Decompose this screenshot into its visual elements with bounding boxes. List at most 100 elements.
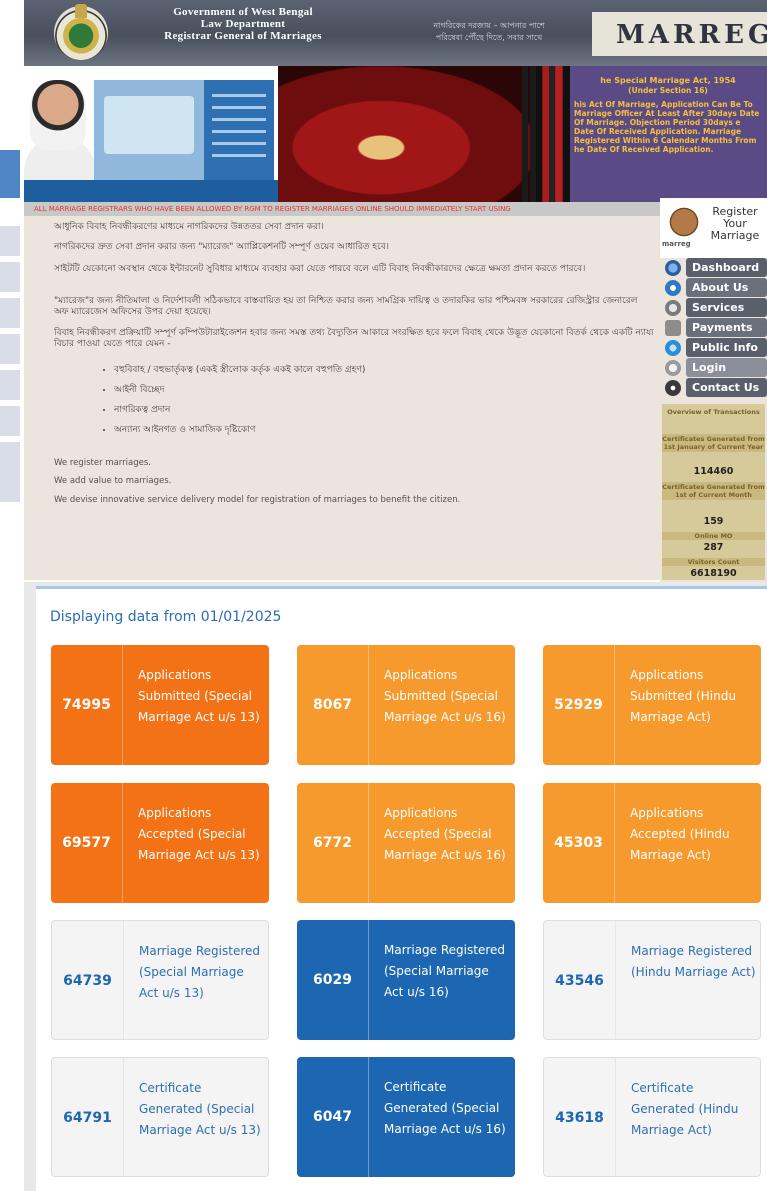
nav-contact-us[interactable]: Contact Us <box>660 378 767 397</box>
page-root: Government of West Bengal Law Department… <box>0 0 767 1191</box>
dashboard-icon <box>665 260 681 276</box>
stat-card[interactable]: 74995 Applications Submitted (Special Ma… <box>51 645 269 765</box>
site-header: Government of West Bengal Law Department… <box>24 0 767 66</box>
stat-card[interactable]: 6047 Certificate Generated (Special Marr… <box>297 1057 515 1177</box>
stat-label: Certificate Generated (Hindu Marriage Ac… <box>615 1058 760 1176</box>
content-para-4: বিবাহ নিবন্ধীকরণ প্রক্রিয়াটি সম্পূর্ণ ক… <box>54 328 654 349</box>
stat-card[interactable]: 43546 Marriage Registered (Hindu Marriag… <box>543 920 761 1040</box>
stat-label: Applications Accepted (Hindu Marriage Ac… <box>614 783 761 903</box>
mission-line-3: We devise innovative service delivery mo… <box>54 495 461 505</box>
stat-card[interactable]: 6772 Applications Accepted (Special Marr… <box>297 783 515 903</box>
transactions-overview: Overview of Transactions Certificates Ge… <box>662 404 765 580</box>
stat-card[interactable]: 64791 Certificate Generated (Special Mar… <box>51 1057 269 1177</box>
globe-icon <box>665 340 681 356</box>
hero-banner: he Special Marriage Act, 1954 (Under Sec… <box>24 66 767 202</box>
state-emblem-icon <box>54 4 108 60</box>
visitors-label: Visitors Count <box>662 558 765 566</box>
tagline-2: পরিষেবা পৌঁছে দিতে, সবার সাথে <box>435 33 543 42</box>
overview-heading: Overview of Transactions <box>667 408 760 416</box>
stat-card[interactable]: 8067 Applications Submitted (Special Mar… <box>297 645 515 765</box>
list-item: অন্যান্য আইনগত ও সামাজিক দৃষ্টিকোণ <box>114 420 365 440</box>
cert-year-label: Certificates Generated from 1st January … <box>662 434 765 452</box>
mission-line-2: We add value to marriages. <box>54 476 172 486</box>
stat-label: Marriage Registered (Special Marriage Ac… <box>123 921 268 1039</box>
right-sidebar: Register Your Marriage marreg Dashboard … <box>660 198 767 582</box>
stat-label: Certificate Generated (Special Marriage … <box>368 1057 515 1177</box>
cm-photo <box>30 80 86 150</box>
list-item: নাগরিকত্ব প্রদান <box>114 400 365 420</box>
phone-icon <box>665 380 681 396</box>
stat-label: Applications Submitted (Special Marriage… <box>122 645 269 765</box>
stat-value: 74995 <box>62 697 111 713</box>
act-title: he Special Marriage Act, 1954 <box>600 76 736 85</box>
stat-card[interactable]: 69577 Applications Accepted (Special Mar… <box>51 783 269 903</box>
nav-about-us[interactable]: About Us <box>660 278 767 297</box>
stat-card[interactable]: 43618 Certificate Generated (Hindu Marri… <box>543 1057 761 1177</box>
content-para-3: "ম্যারেজ"র জন্য নীতিমালা ও নির্দেশাবলী স… <box>54 296 638 317</box>
online-mo-value: 287 <box>703 542 724 553</box>
stat-card[interactable]: 45303 Applications Accepted (Hindu Marri… <box>543 783 761 903</box>
tagline-1: নাগরিকের দরজায় – আপনার পাশে <box>433 21 545 30</box>
stat-value: 6047 <box>313 1109 352 1125</box>
visitors-value: 6618190 <box>690 568 737 579</box>
services-icon <box>665 300 681 316</box>
mission-line-1: We register marriages. <box>54 458 151 468</box>
nav-label: Public Info <box>686 338 767 357</box>
stat-card[interactable]: 64739 Marriage Registered (Special Marri… <box>51 920 269 1040</box>
nav-label: Login <box>686 358 767 377</box>
data-range-heading: Displaying data from 01/01/2025 <box>50 609 282 625</box>
act-section: (Under Section 16) <box>628 86 708 95</box>
left-edge-sidebar <box>0 150 24 510</box>
banner-card-image <box>104 96 194 154</box>
stat-label: Certificate Generated (Special Marriage … <box>123 1058 268 1176</box>
brand-logo[interactable]: MARREG <box>616 20 767 50</box>
marreg-mini-logo: marreg <box>662 240 691 248</box>
nav-label: About Us <box>686 278 767 297</box>
act-info-panel: he Special Marriage Act, 1954 (Under Sec… <box>570 66 767 202</box>
government-title: Government of West Bengal Law Department… <box>128 6 358 42</box>
act-text: his Act Of Marriage, Application Can Be … <box>574 100 760 154</box>
nav-services[interactable]: Services <box>660 298 767 317</box>
stat-label: Applications Submitted (Special Marriage… <box>368 645 515 765</box>
stat-value: 8067 <box>313 697 352 713</box>
stat-card[interactable]: 52929 Applications Submitted (Hindu Marr… <box>543 645 761 765</box>
stat-value: 6029 <box>313 972 352 988</box>
gov-line-1: Government of West Bengal <box>173 6 313 18</box>
gov-line-2: Law Department <box>200 18 286 30</box>
register-marriage-button[interactable]: Register Your Marriage marreg <box>660 198 767 258</box>
nav-login[interactable]: Login <box>660 358 767 377</box>
list-item: আইনী বিচ্ছেদ <box>114 380 365 400</box>
wedding-photo <box>278 66 536 202</box>
nav-label: Contact Us <box>686 378 767 397</box>
header-tagline: নাগরিকের দরজায় – আপনার পাশে পরিষেবা পৌঁ… <box>389 20 589 44</box>
announcement-marquee[interactable]: ALL MARRIAGE REGISTRARS WHO HAVE BEEN AL… <box>24 202 767 216</box>
nav-payments[interactable]: Payments <box>660 318 767 337</box>
stat-label: Applications Accepted (Special Marriage … <box>122 783 269 903</box>
nav-label: Services <box>686 298 767 317</box>
stat-card[interactable]: 6029 Marriage Registered (Special Marria… <box>297 920 515 1040</box>
content-para-2: সাইটটি যেকোনো অবস্থান থেকে ইন্টারনেট সুব… <box>54 264 586 274</box>
content-para-0: আধুনিক বিবাহ নিবন্ধীকরণের মাধ্যমে নাগরিক… <box>54 222 324 232</box>
stat-label: Marriage Registered (Hindu Marriage Act) <box>615 921 760 1039</box>
wedding-photo-edge <box>536 66 570 202</box>
stat-label: Applications Submitted (Hindu Marriage A… <box>614 645 761 765</box>
list-item: বহুবিবাহ / বহুভার্তৃকত্ব (একই স্ত্রীলোক … <box>114 360 365 380</box>
stat-value: 43546 <box>555 973 604 989</box>
nav-public-info[interactable]: Public Info <box>660 338 767 357</box>
register-label: Register Your Marriage <box>710 205 760 242</box>
banner-footer-strip <box>24 180 278 202</box>
stat-label: Marriage Registered (Special Marriage Ac… <box>368 920 515 1040</box>
gov-line-3: Registrar General of Marriages <box>164 30 322 42</box>
stat-value: 52929 <box>554 697 603 713</box>
cert-year-value: 114460 <box>693 466 734 477</box>
about-content: আধুনিক বিবাহ নিবন্ধীকরণের মাধ্যমে নাগরিক… <box>24 216 660 580</box>
stat-value: 43618 <box>555 1110 604 1126</box>
stat-value: 64791 <box>63 1110 112 1126</box>
payments-icon <box>665 320 681 336</box>
info-icon <box>665 280 681 296</box>
nav-label: Dashboard <box>686 258 767 277</box>
stat-value: 45303 <box>554 835 603 851</box>
cert-month-value: 159 <box>703 516 724 527</box>
nav-dashboard[interactable]: Dashboard <box>660 258 767 277</box>
cert-month-label: Certificates Generated from 1st of Curre… <box>662 482 765 500</box>
